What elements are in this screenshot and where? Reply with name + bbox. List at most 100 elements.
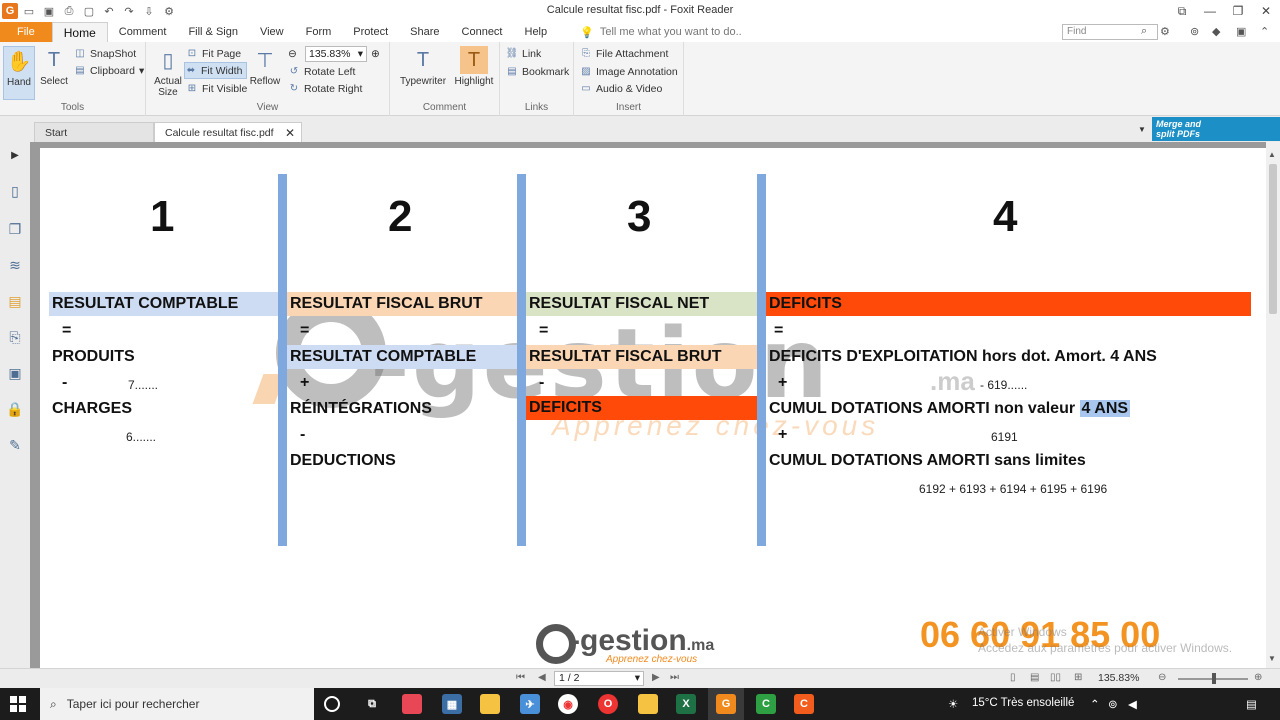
document-viewport[interactable]: -gestion .ma Apprenez chez-vous 1 2 3 4 … bbox=[30, 142, 1266, 668]
weather-text[interactable]: 15°C Très ensoleillé bbox=[972, 697, 1074, 709]
zoom-slider-thumb[interactable] bbox=[1212, 673, 1216, 684]
fit-visible-button[interactable]: ⊞ Fit Visible bbox=[186, 80, 248, 97]
tab-fill-sign[interactable]: Fill & Sign bbox=[177, 22, 249, 42]
print-icon[interactable]: ⎙ bbox=[60, 2, 78, 20]
stamp-icon[interactable]: ⇩ bbox=[140, 2, 158, 20]
calculator-icon[interactable]: ▦ bbox=[442, 694, 462, 714]
tell-me-box[interactable]: 💡 Tell me what you want to do.. bbox=[558, 22, 742, 42]
task-view-icon[interactable]: ⧉ bbox=[362, 694, 382, 714]
restore-layout-icon[interactable]: ⧉ bbox=[1168, 0, 1196, 22]
fit-width-button[interactable]: ⬌ Fit Width bbox=[184, 62, 248, 79]
last-page-icon[interactable]: ⏭ bbox=[670, 672, 679, 683]
tab-help[interactable]: Help bbox=[514, 22, 559, 42]
tab-list-icon[interactable]: ▼ bbox=[1138, 125, 1146, 134]
save-icon[interactable]: ▣ bbox=[40, 2, 58, 20]
taskbar-search[interactable]: ⌕ Taper ici pour rechercher bbox=[40, 688, 314, 720]
windows-start-icon[interactable] bbox=[10, 696, 26, 712]
highlight-button[interactable]: T Highlight bbox=[452, 46, 496, 87]
tab-start[interactable]: Start bbox=[34, 122, 154, 142]
close-tab-icon[interactable]: ✕ bbox=[285, 126, 295, 140]
vertical-scrollbar[interactable]: ▲ ▼ bbox=[1266, 142, 1280, 668]
excel-icon[interactable]: X bbox=[676, 694, 696, 714]
select-button[interactable]: T Select bbox=[38, 46, 70, 88]
continuous-page-icon[interactable]: ▤ bbox=[1030, 672, 1039, 683]
customize-icon[interactable]: ⚙ bbox=[160, 2, 178, 20]
clipboard-button[interactable]: ▤ Clipboard ▾ bbox=[74, 62, 144, 79]
find-options-icon[interactable]: ⚙ bbox=[1160, 25, 1170, 38]
folder-icon[interactable] bbox=[638, 694, 658, 714]
hand-button[interactable]: ✋ Hand bbox=[3, 46, 35, 100]
tab-share[interactable]: Share bbox=[399, 22, 450, 42]
open-icon[interactable]: ▭ bbox=[20, 2, 38, 20]
app-icon-red[interactable] bbox=[402, 694, 422, 714]
volume-icon[interactable]: ◀ bbox=[1128, 697, 1137, 711]
signatures-panel-icon[interactable]: ▣ bbox=[6, 364, 24, 382]
scroll-up-icon[interactable]: ▲ bbox=[1268, 150, 1276, 159]
zoom-out-icon[interactable]: ⊖ bbox=[288, 45, 297, 62]
redo-icon[interactable]: ↷ bbox=[120, 2, 138, 20]
scroll-down-icon[interactable]: ▼ bbox=[1268, 654, 1276, 663]
security-panel-icon[interactable]: 🔒 bbox=[6, 400, 24, 418]
tab-connect[interactable]: Connect bbox=[451, 22, 514, 42]
zoom-out-icon[interactable]: ⊖ bbox=[1158, 672, 1166, 683]
attachments-panel-icon[interactable]: ⎘ bbox=[6, 328, 24, 346]
recorder-icon[interactable]: C bbox=[794, 694, 814, 714]
close-button[interactable]: ✕ bbox=[1252, 0, 1280, 22]
fit-page-button[interactable]: ⊡ Fit Page bbox=[186, 45, 241, 62]
snapshot-button[interactable]: ◫ SnapShot bbox=[74, 45, 136, 62]
tab-file[interactable]: File bbox=[0, 22, 52, 42]
cortana-icon[interactable] bbox=[324, 696, 340, 712]
camtasia-icon[interactable]: C bbox=[756, 694, 776, 714]
page-number-input[interactable]: 1 / 2 ▾ bbox=[554, 671, 644, 686]
pages-panel-icon[interactable]: ❐ bbox=[6, 220, 24, 238]
expand-panel-icon[interactable]: ▶ bbox=[6, 146, 24, 164]
actual-size-button[interactable]: ▯ Actual Size bbox=[150, 46, 186, 99]
prev-page-icon[interactable]: ◀ bbox=[538, 672, 546, 683]
notifications-icon[interactable]: ▤ bbox=[1246, 697, 1257, 711]
first-page-icon[interactable]: ⏮ bbox=[516, 672, 525, 683]
bookmark-button[interactable]: ▤ Bookmark bbox=[506, 63, 569, 80]
tab-home[interactable]: Home bbox=[51, 22, 108, 42]
single-page-icon[interactable]: ▯ bbox=[1010, 672, 1016, 683]
layers-panel-icon[interactable]: ≋ bbox=[6, 256, 24, 274]
ribbon-collapse-icon[interactable]: ⌃ bbox=[1260, 25, 1269, 38]
weather-icon[interactable]: ☀ bbox=[948, 697, 958, 711]
notification-icon[interactable]: ◆ bbox=[1212, 25, 1220, 38]
tools-panel-icon[interactable]: ✎ bbox=[6, 436, 24, 454]
minimize-button[interactable]: — bbox=[1196, 0, 1224, 22]
tab-protect[interactable]: Protect bbox=[342, 22, 399, 42]
maximize-button[interactable]: ❐ bbox=[1224, 0, 1252, 22]
scrollbar-thumb[interactable] bbox=[1269, 164, 1277, 314]
facing-page-icon[interactable]: ▯▯ bbox=[1050, 672, 1061, 683]
account-icon[interactable]: ▣ bbox=[1236, 25, 1246, 38]
zoom-in-icon[interactable]: ⊕ bbox=[1254, 672, 1262, 683]
image-annotation-button[interactable]: ▨ Image Annotation bbox=[580, 63, 677, 80]
app-icon-blue[interactable]: ✈ bbox=[520, 694, 540, 714]
reflow-button[interactable]: ⊤ Reflow bbox=[248, 46, 282, 88]
chrome-icon[interactable]: ◉ bbox=[558, 694, 578, 714]
bookmark-panel-icon[interactable]: ▯ bbox=[6, 182, 24, 200]
audio-video-button[interactable]: ▭ Audio & Video bbox=[580, 80, 662, 97]
tab-view[interactable]: View bbox=[249, 22, 295, 42]
typewriter-button[interactable]: T Typewriter bbox=[398, 46, 448, 88]
file-attachment-button[interactable]: ⎘ File Attachment bbox=[580, 45, 668, 62]
zoom-in-icon[interactable]: ⊕ bbox=[371, 45, 380, 62]
skin-icon[interactable]: ⊚ bbox=[1190, 25, 1199, 38]
tray-chevron-icon[interactable]: ⌃ bbox=[1090, 697, 1100, 711]
zoom-select[interactable]: 135.83% ▾ bbox=[305, 46, 367, 62]
opera-icon[interactable]: O bbox=[598, 694, 618, 714]
undo-icon[interactable]: ↶ bbox=[100, 2, 118, 20]
rotate-right-button[interactable]: ↻ Rotate Right bbox=[288, 80, 363, 97]
rotate-left-button[interactable]: ↺ Rotate Left bbox=[288, 63, 356, 80]
merge-split-ad[interactable]: Merge and split PDFs bbox=[1152, 117, 1280, 141]
network-icon[interactable]: ⊚ bbox=[1108, 697, 1118, 711]
search-icon[interactable]: ⌕ bbox=[1141, 25, 1147, 38]
continuous-facing-icon[interactable]: ⊞ bbox=[1074, 672, 1082, 683]
file-explorer-icon[interactable] bbox=[480, 694, 500, 714]
tab-document[interactable]: Calcule resultat fisc.pdf ✕ bbox=[154, 122, 302, 142]
tab-form[interactable]: Form bbox=[295, 22, 343, 42]
next-page-icon[interactable]: ▶ bbox=[652, 672, 660, 683]
page-icon[interactable]: ▢ bbox=[80, 2, 98, 20]
link-button[interactable]: ⛓ Link bbox=[506, 45, 542, 62]
tab-comment[interactable]: Comment bbox=[108, 22, 178, 42]
